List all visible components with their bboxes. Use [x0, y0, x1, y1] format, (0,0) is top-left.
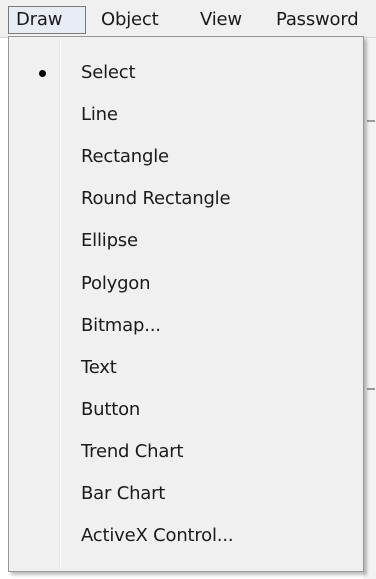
- background-divider: [367, 120, 375, 122]
- menu-item-label: Polygon: [81, 273, 151, 294]
- background-window-edge: [363, 38, 376, 579]
- menu-item-label: Button: [81, 399, 141, 420]
- menu-item-bitmap[interactable]: Bitmap...: [11, 306, 361, 346]
- radio-dot-icon: [39, 70, 46, 77]
- menu-item-round-rectangle[interactable]: Round Rectangle: [11, 179, 361, 219]
- menu-item-label: ActiveX Control...: [81, 525, 234, 546]
- menu-object[interactable]: Object: [101, 6, 159, 34]
- draw-menu-dropdown: Select Line Rectangle Round Rectangle El…: [8, 36, 364, 572]
- menu-password[interactable]: Password: [276, 6, 359, 34]
- menu-item-label: Line: [81, 104, 118, 125]
- menu-view[interactable]: View: [200, 6, 242, 34]
- menu-item-polygon[interactable]: Polygon: [11, 264, 361, 304]
- menu-item-label: Rectangle: [81, 146, 169, 167]
- menu-item-rectangle[interactable]: Rectangle: [11, 137, 361, 177]
- menu-item-select[interactable]: Select: [11, 53, 361, 93]
- menu-item-line[interactable]: Line: [11, 95, 361, 135]
- menu-item-activex-control[interactable]: ActiveX Control...: [11, 516, 361, 556]
- menu-item-label: Text: [81, 357, 117, 378]
- menu-draw[interactable]: Draw: [8, 6, 86, 34]
- menu-item-ellipse[interactable]: Ellipse: [11, 221, 361, 261]
- menu-item-trend-chart[interactable]: Trend Chart: [11, 432, 361, 472]
- menu-item-text[interactable]: Text: [11, 348, 361, 388]
- menu-item-label: Trend Chart: [81, 441, 184, 462]
- menu-item-label: Round Rectangle: [81, 188, 231, 209]
- menu-bar: Draw Object View Password: [0, 0, 376, 38]
- menu-item-label: Bar Chart: [81, 483, 166, 504]
- menu-item-bar-chart[interactable]: Bar Chart: [11, 474, 361, 514]
- menu-item-label: Ellipse: [81, 230, 138, 251]
- menu-item-label: Select: [81, 62, 136, 83]
- background-divider: [367, 388, 375, 390]
- menu-item-label: Bitmap...: [81, 315, 161, 336]
- menu-item-button[interactable]: Button: [11, 390, 361, 430]
